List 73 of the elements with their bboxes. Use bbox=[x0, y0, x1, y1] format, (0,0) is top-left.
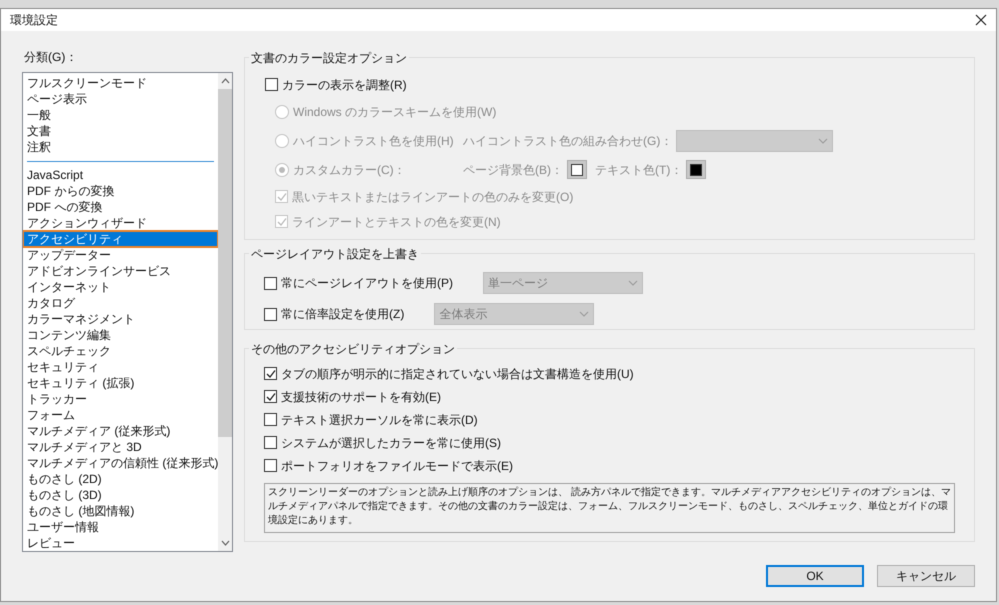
combo-label: ハイコントラスト色の組み合わせ(G)： bbox=[463, 132, 672, 150]
category-item[interactable]: アクションウィザード bbox=[23, 215, 218, 231]
dialog-button[interactable]: OK bbox=[766, 565, 864, 587]
scrollbar[interactable] bbox=[218, 73, 232, 551]
color-swatch[interactable] bbox=[567, 160, 587, 179]
checkbox-label: ポートフォリオをファイルモードで表示(E) bbox=[281, 458, 513, 474]
checkbox[interactable] bbox=[264, 436, 277, 449]
category-item[interactable]: アップデーター bbox=[23, 247, 218, 263]
close-icon[interactable] bbox=[975, 14, 987, 26]
checkbox[interactable] bbox=[264, 390, 277, 403]
chevron-down-icon bbox=[628, 280, 638, 286]
category-item[interactable]: PDF からの変換 bbox=[23, 183, 218, 199]
swatch-label: テキスト色(T)： bbox=[595, 162, 682, 178]
checkbox-label: テキスト選択カーソルを常に表示(D) bbox=[281, 412, 478, 428]
color-swatch[interactable] bbox=[686, 160, 706, 179]
category-item[interactable]: 一般 bbox=[23, 107, 218, 123]
category-item[interactable]: コンテンツ編集 bbox=[23, 327, 218, 343]
category-item[interactable]: アドビオンラインサービス bbox=[23, 263, 218, 279]
category-item[interactable]: トラッカー bbox=[23, 391, 218, 407]
chevron-down-icon bbox=[579, 311, 590, 317]
category-item[interactable]: アクセシビリティ bbox=[23, 231, 218, 247]
category-item[interactable]: 注釈 bbox=[23, 139, 218, 155]
category-item[interactable]: ユーザー情報 bbox=[23, 519, 218, 535]
radio-label: Windows のカラースキームを使用(W) bbox=[293, 104, 496, 120]
checkbox[interactable] bbox=[264, 276, 277, 290]
category-item[interactable]: ものさし (2D) bbox=[23, 471, 218, 487]
checkbox-label: ラインアートとテキストの色を変更(N) bbox=[292, 214, 501, 230]
category-item[interactable]: 文書 bbox=[23, 123, 218, 139]
checkmark-icon bbox=[266, 392, 276, 402]
category-item[interactable]: インターネット bbox=[23, 279, 218, 295]
checkbox[interactable] bbox=[265, 78, 278, 91]
checkbox-label: システムが選択したカラーを常に使用(S) bbox=[281, 434, 501, 452]
category-item[interactable]: マルチメディアと 3D bbox=[23, 439, 218, 455]
checkmark-icon bbox=[266, 368, 276, 378]
checkbox-label: 黒いテキストまたはラインアートの色のみを変更(O) bbox=[292, 188, 574, 206]
category-item[interactable]: JavaScript bbox=[23, 167, 218, 183]
category-item[interactable]: セキュリティ (拡張) bbox=[23, 375, 218, 391]
checkbox[interactable] bbox=[264, 459, 277, 472]
category-item[interactable]: セキュリティ bbox=[23, 359, 218, 375]
group-title: その他のアクセシビリティオプション bbox=[249, 340, 457, 358]
category-item[interactable]: スペルチェック bbox=[23, 343, 218, 359]
checkbox-label: 常に倍率設定を使用(Z) bbox=[281, 306, 404, 323]
category-item[interactable]: PDF への変換 bbox=[23, 199, 218, 215]
category-item[interactable]: レビュー bbox=[23, 535, 218, 551]
category-item[interactable]: フルスクリーンモード bbox=[23, 75, 218, 91]
scrollbar-thumb[interactable] bbox=[218, 89, 232, 437]
category-item[interactable]: マルチメディアの信頼性 (従来形式) bbox=[23, 455, 218, 471]
window-title: 環境設定 bbox=[10, 12, 58, 29]
checkbox[interactable] bbox=[264, 367, 277, 380]
checkmark-icon bbox=[276, 192, 286, 202]
info-text: スクリーンリーダーのオプションと読み上げ順序のオプションは、 読み方パネルで指定できます。マルチメディアアクセシビリティのオプションは、マルチメディアパネルで指定できます。その他の文書のカラー設定は、フォーム、フルスクリーンモード、ものさし、スペルチェック、単位とガイドの環境設定にあります。 bbox=[264, 483, 955, 533]
radio-label: カスタムカラー(C)： bbox=[293, 162, 406, 178]
category-item[interactable]: マルチメディア (従来形式) bbox=[23, 423, 218, 439]
checkbox-label: 支援技術のサポートを有効(E) bbox=[281, 388, 441, 406]
category-label: 分類(G)： bbox=[24, 49, 78, 66]
group-title: 文書のカラー設定オプション bbox=[249, 49, 409, 67]
category-item[interactable]: カタログ bbox=[23, 295, 218, 311]
category-item[interactable]: ものさし (3D) bbox=[23, 487, 218, 503]
radio-label: ハイコントラスト色を使用(H) bbox=[293, 132, 454, 150]
checkbox[interactable] bbox=[264, 308, 277, 320]
checkbox[interactable] bbox=[264, 413, 277, 426]
checkbox-label: 常にページレイアウトを使用(P) bbox=[281, 275, 453, 292]
category-item[interactable]: ページ表示 bbox=[23, 91, 218, 107]
checkbox-label: タブの順序が明示的に指定されていない場合は文書構造を使用(U) bbox=[281, 366, 634, 382]
swatch-label: ページ背景色(B)： bbox=[463, 162, 563, 178]
category-item[interactable]: カラーマネジメント bbox=[23, 311, 218, 327]
checkmark-icon bbox=[276, 216, 286, 226]
group-title: ページレイアウト設定を上書き bbox=[249, 245, 421, 263]
chevron-down-icon bbox=[818, 138, 828, 144]
dialog-button[interactable]: キャンセル bbox=[877, 565, 975, 587]
checkbox-label: カラーの表示を調整(R) bbox=[282, 76, 407, 94]
category-item[interactable]: フォーム bbox=[23, 407, 218, 423]
category-item[interactable]: ものさし (地図情報) bbox=[23, 503, 218, 519]
